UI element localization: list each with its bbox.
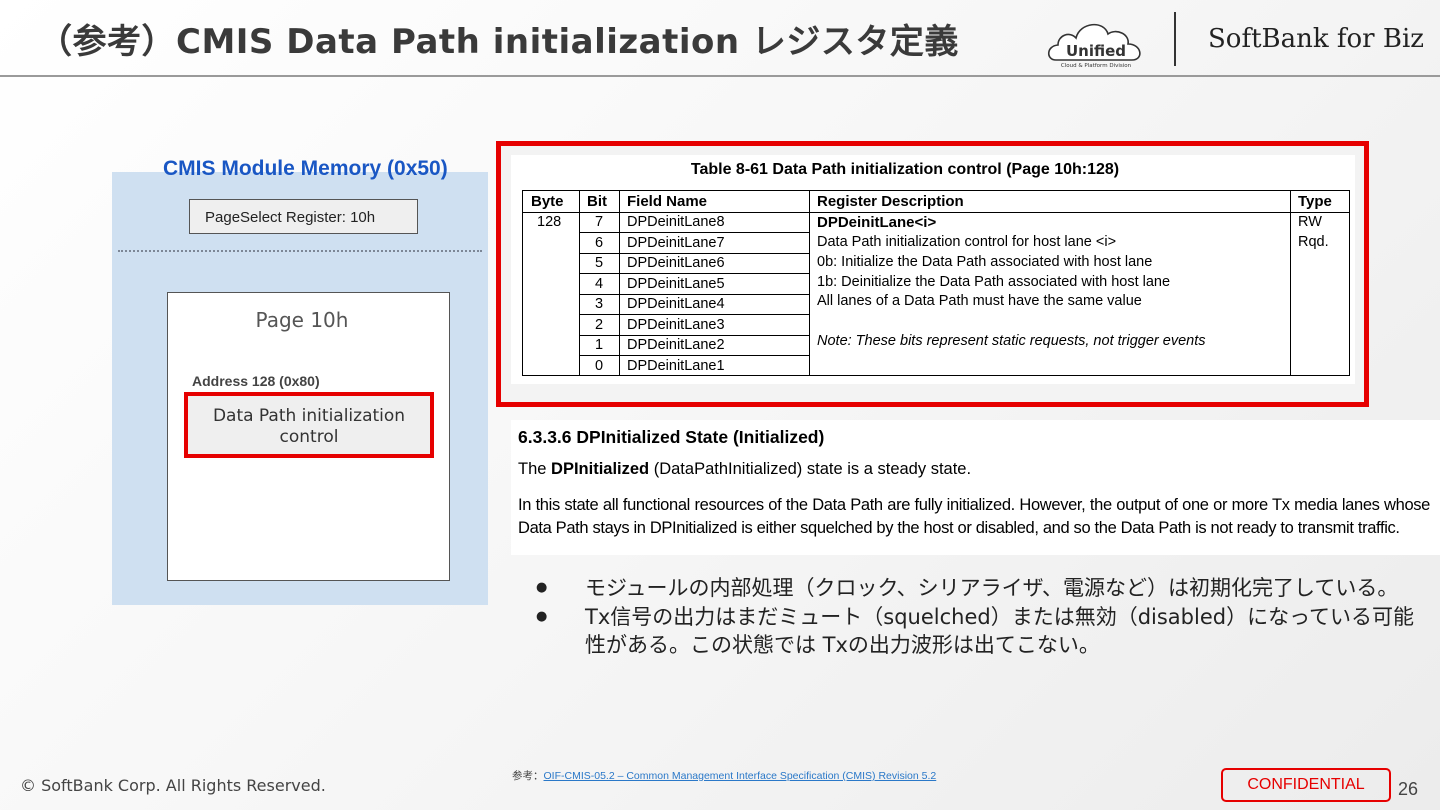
bullet-item: モジュールの内部処理（クロック、シリアライザ、電源など）は初期化完了している。 bbox=[536, 574, 1416, 603]
bit-cell: 0 bbox=[595, 358, 604, 374]
dotted-separator bbox=[118, 250, 482, 252]
column-divider bbox=[619, 191, 620, 376]
field-name-cell: DPDeinitLane5 bbox=[627, 276, 725, 292]
bit-cell: 7 bbox=[595, 214, 604, 230]
header-bit: Bit bbox=[587, 193, 607, 210]
spec-p1-suffix: (DataPathInitialized) state is a steady … bbox=[649, 460, 972, 478]
bit-cell: 4 bbox=[595, 276, 604, 292]
bit-cell: 3 bbox=[595, 296, 604, 312]
data-path-init-box: Data Path initialization control bbox=[184, 392, 434, 458]
logo-unified-text: Unified bbox=[1066, 42, 1126, 60]
title-divider bbox=[0, 75, 1440, 77]
memory-title: CMIS Module Memory (0x50) bbox=[163, 157, 448, 180]
spec-p1-prefix: The bbox=[518, 460, 552, 478]
field-name-cell: DPDeinitLane6 bbox=[627, 255, 725, 271]
data-path-init-line2: control bbox=[279, 427, 339, 447]
reference-link[interactable]: OIF-CMIS-05.2 – Common Management Interf… bbox=[544, 770, 937, 782]
reference-label: 参考： bbox=[512, 770, 544, 782]
field-name-cell: DPDeinitLane3 bbox=[627, 317, 725, 333]
page-title: （参考）CMIS Data Path initialization レジスタ定義 bbox=[38, 22, 959, 62]
description-line: Data Path initialization control for hos… bbox=[817, 234, 1117, 250]
description-title: DPDeinitLane<i> bbox=[817, 214, 937, 231]
byte-value: 128 bbox=[537, 214, 562, 230]
row-rule bbox=[579, 355, 809, 356]
row-rule bbox=[579, 232, 809, 233]
bit-cell: 2 bbox=[595, 317, 604, 333]
pageselect-register-box: PageSelect Register: 10h bbox=[189, 199, 418, 234]
page-number: 26 bbox=[1398, 779, 1419, 799]
bit-cell: 1 bbox=[595, 337, 604, 353]
reference: 参考：OIF-CMIS-05.2 – Common Management Int… bbox=[512, 768, 936, 783]
column-divider bbox=[809, 191, 810, 376]
spec-paragraph-2: In this state all functional resources o… bbox=[518, 496, 1430, 537]
field-name-cell: DPDeinitLane7 bbox=[627, 235, 725, 251]
softbank-logo: SoftBank for Biz bbox=[1208, 24, 1424, 54]
data-path-init-line1: Data Path initialization bbox=[212, 406, 406, 426]
row-rule bbox=[579, 314, 809, 315]
bullet-item: Tx信号の出力はまだミュート（squelched）または無効（disabled）… bbox=[536, 603, 1416, 660]
register-table: Byte Bit Field Name Register Description… bbox=[522, 190, 1350, 376]
spec-p1-bold: DPInitialized bbox=[551, 460, 650, 478]
spec-heading: 6.3.3.6 DPInitialized State (Initialized… bbox=[518, 427, 825, 447]
type-access: RW bbox=[1298, 214, 1322, 230]
logo-unified-subtitle: Cloud & Platform Division bbox=[1061, 63, 1132, 69]
row-rule bbox=[579, 253, 809, 254]
page-label: Page 10h bbox=[255, 308, 349, 332]
column-divider bbox=[1290, 191, 1291, 376]
description-line: All lanes of a Data Path must have the s… bbox=[817, 293, 1142, 309]
bullet-list: モジュールの内部処理（クロック、シリアライザ、電源など）は初期化完了している。 … bbox=[536, 574, 1416, 660]
type-required: Rqd. bbox=[1298, 234, 1329, 250]
description-line: 1b: Deinitialize the Data Path associate… bbox=[817, 274, 1171, 290]
table-caption: Table 8-61 Data Path initialization cont… bbox=[690, 161, 1120, 178]
confidential-badge: CONFIDENTIAL bbox=[1221, 768, 1391, 802]
field-name-cell: DPDeinitLane8 bbox=[627, 214, 725, 230]
row-rule bbox=[579, 273, 809, 274]
copyright: © SoftBank Corp. All Rights Reserved. bbox=[20, 776, 326, 795]
field-name-cell: DPDeinitLane4 bbox=[627, 296, 725, 312]
header-register-description: Register Description bbox=[817, 193, 964, 210]
header-byte: Byte bbox=[531, 193, 564, 210]
row-rule bbox=[579, 294, 809, 295]
description-note: Note: These bits represent static reques… bbox=[817, 333, 1206, 349]
header-field-name: Field Name bbox=[627, 193, 708, 210]
description-line: 0b: Initialize the Data Path associated … bbox=[817, 254, 1153, 270]
unified-logo: Unified Cloud & Platform Division bbox=[1047, 23, 1141, 69]
bit-cell: 5 bbox=[595, 255, 604, 271]
bit-cell: 6 bbox=[595, 235, 604, 251]
logo-divider bbox=[1174, 12, 1176, 66]
field-name-cell: DPDeinitLane2 bbox=[627, 337, 725, 353]
row-rule bbox=[579, 335, 809, 336]
spec-paragraph-1: The DPInitialized (DataPathInitialized) … bbox=[518, 460, 971, 479]
field-name-cell: DPDeinitLane1 bbox=[627, 358, 725, 374]
address-label: Address 128 (0x80) bbox=[192, 373, 320, 389]
column-divider bbox=[579, 191, 580, 376]
header-type: Type bbox=[1298, 193, 1332, 210]
header-rule bbox=[523, 212, 1349, 213]
